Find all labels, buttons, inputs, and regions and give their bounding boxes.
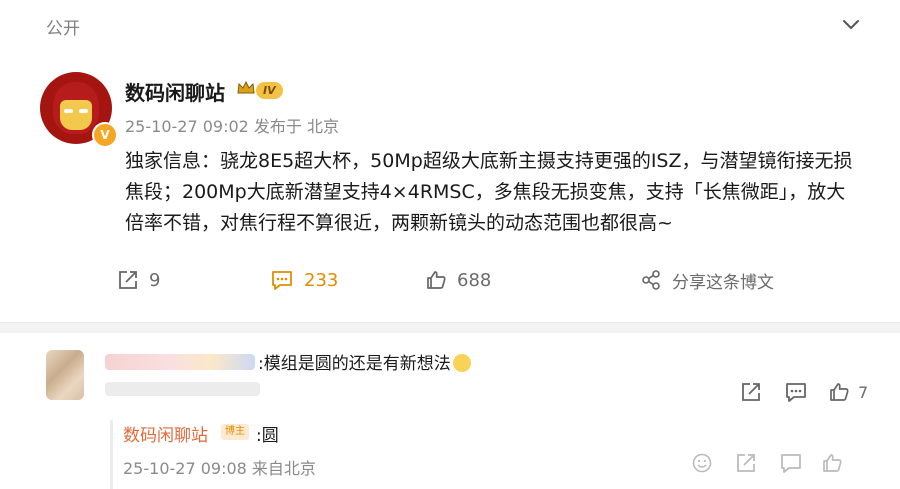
- like-icon[interactable]: [821, 452, 843, 474]
- share-button[interactable]: 分享这条博文: [640, 262, 774, 298]
- like-icon: [427, 271, 446, 289]
- chevron-down-icon[interactable]: [838, 12, 864, 38]
- comment-icon: [786, 383, 806, 402]
- comment-icon: [272, 271, 292, 290]
- reply-author[interactable]: 数码闲聊站: [123, 421, 208, 446]
- share-label: 分享这条博文: [672, 272, 774, 293]
- like-icon: [830, 383, 849, 401]
- comment-reply-button[interactable]: [784, 378, 808, 406]
- comment-button[interactable]: 233: [270, 262, 338, 298]
- comment-like-button[interactable]: 7: [828, 378, 868, 406]
- blogger-badge: 博主: [221, 424, 249, 440]
- avatar-eye-left: [64, 109, 73, 113]
- repost-icon: [119, 271, 137, 289]
- crown-icon: [237, 80, 255, 94]
- verified-badge: V: [92, 122, 118, 148]
- avatar-eye-right: [79, 109, 88, 113]
- weibo-post-card: 公开 V 数码闲聊站 IV 25-10-27 09:02 发布于 北京 独家信息…: [0, 0, 900, 322]
- share-icon: [642, 270, 660, 290]
- post-meta: 25-10-27 09:02 发布于 北京: [125, 117, 339, 136]
- emoji-icon[interactable]: [691, 452, 713, 474]
- repost-icon[interactable]: [735, 452, 757, 474]
- level-badge: IV: [256, 82, 283, 99]
- post-actions: 9 233 688 分享这条博文: [0, 262, 900, 298]
- repost-count: 9: [149, 269, 161, 291]
- comment-repost-button[interactable]: [740, 378, 762, 406]
- repost-button[interactable]: 9: [117, 262, 160, 298]
- commenter-name-blurred: [105, 354, 255, 370]
- emoji-icon: [452, 354, 471, 372]
- post-text: 独家信息：骁龙8E5超大杯，50Mp超级大底新主摄支持更强的ISZ，与潜望镜衔接…: [125, 150, 853, 234]
- commenter-avatar-blurred[interactable]: [46, 350, 84, 400]
- section-divider: [0, 322, 900, 333]
- comment-count: 233: [304, 269, 339, 291]
- repost-icon: [742, 383, 760, 401]
- visibility-label: 公开: [46, 19, 80, 39]
- like-button[interactable]: 688: [425, 262, 491, 298]
- reply-text: :圆: [256, 426, 279, 446]
- avatar-mask: [60, 100, 92, 130]
- author-name[interactable]: 数码闲聊站: [125, 77, 225, 106]
- comment-icon[interactable]: [779, 452, 803, 474]
- like-count: 688: [457, 269, 492, 291]
- comment-like-count: 7: [858, 382, 869, 402]
- reply-meta: 25-10-27 09:08 来自北京: [123, 459, 316, 478]
- reply-thread: 数码闲聊站 博主 :圆 25-10-27 09:08 来自北京: [110, 420, 900, 489]
- comment-text: :模组是圆的还是有新想法: [258, 349, 471, 374]
- comment-text-content: :模组是圆的还是有新想法: [258, 354, 451, 374]
- comment-meta-blurred: [105, 382, 260, 396]
